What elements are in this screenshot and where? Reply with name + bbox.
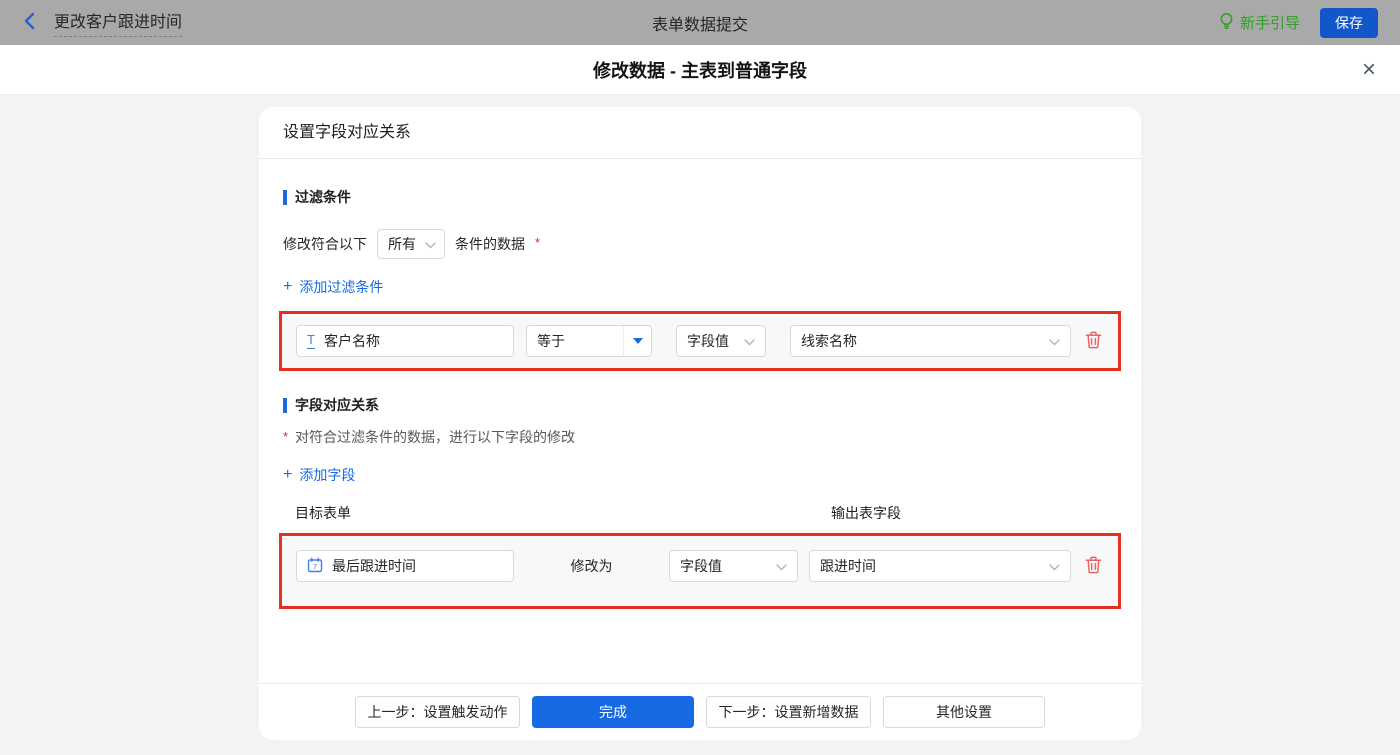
beginner-guide-link[interactable]: 新手引导 bbox=[1219, 12, 1300, 34]
filter-field-value: 客户名称 bbox=[324, 331, 380, 351]
match-prefix-text: 修改符合以下 bbox=[283, 234, 367, 254]
output-value-type-value: 字段值 bbox=[680, 556, 722, 576]
filter-condition-row: T 客户名称 等于 字段值 bbox=[282, 314, 1118, 368]
other-settings-button[interactable]: 其他设置 bbox=[883, 696, 1045, 728]
modify-to-label: 修改为 bbox=[514, 556, 669, 576]
mapping-note-text: 对符合过滤条件的数据，进行以下字段的修改 bbox=[295, 427, 575, 447]
back-button[interactable] bbox=[22, 12, 38, 33]
match-mode-select[interactable]: 所有 bbox=[377, 229, 445, 259]
delete-filter-row-button[interactable] bbox=[1085, 331, 1102, 352]
delete-mapping-row-button[interactable] bbox=[1085, 556, 1102, 577]
modal-body: 设置字段对应关系 过滤条件 修改符合以下 所有 条件的数据 bbox=[0, 95, 1400, 755]
add-field-link[interactable]: + 添加字段 bbox=[283, 465, 355, 485]
next-step-button[interactable]: 下一步：设置新增数据 bbox=[706, 696, 871, 728]
add-filter-condition-label: 添加过滤条件 bbox=[299, 277, 383, 297]
chevron-down-icon bbox=[425, 236, 436, 252]
target-field-input[interactable]: 7 最后跟进时间 bbox=[296, 550, 514, 582]
mapping-note: * 对符合过滤条件的数据，进行以下字段的修改 bbox=[283, 427, 1117, 447]
panel-content: 过滤条件 修改符合以下 所有 条件的数据 * + 添加过滤条件 bbox=[259, 159, 1141, 683]
chevron-down-icon bbox=[744, 333, 755, 349]
screen: 更改客户跟进时间 表单数据提交 新手引导 保存 修改数据 - 主表到普通字段 ×… bbox=[0, 0, 1400, 755]
mapping-section-title: 字段对应关系 bbox=[283, 395, 1117, 415]
output-field-select[interactable]: 跟进时间 bbox=[809, 550, 1071, 582]
value-type-select[interactable]: 字段值 bbox=[676, 325, 766, 357]
operator-value: 等于 bbox=[527, 331, 623, 351]
filter-section-title: 过滤条件 bbox=[283, 187, 1117, 207]
output-field-value: 跟进时间 bbox=[820, 556, 876, 576]
mapping-section-label: 字段对应关系 bbox=[295, 395, 379, 415]
save-button[interactable]: 保存 bbox=[1320, 8, 1378, 38]
chevron-down-icon bbox=[1049, 333, 1060, 349]
chevron-down-icon bbox=[776, 558, 787, 574]
section-bar bbox=[283, 398, 287, 413]
caret-down-icon bbox=[623, 326, 651, 356]
match-mode-value: 所有 bbox=[388, 234, 416, 254]
mapping-column-headers: 目标表单 输出表字段 bbox=[283, 503, 1117, 523]
text-field-icon: T bbox=[307, 333, 315, 349]
match-suffix-text: 条件的数据 bbox=[455, 234, 525, 254]
mapping-row: 7 最后跟进时间 修改为 字段值 跟进时间 bbox=[282, 536, 1118, 606]
modal-header: 修改数据 - 主表到普通字段 × bbox=[0, 45, 1400, 95]
flow-name-label[interactable]: 更改客户跟进时间 bbox=[54, 8, 182, 37]
mapping-row-highlight-box: 7 最后跟进时间 修改为 字段值 跟进时间 bbox=[279, 533, 1121, 609]
topbar: 更改客户跟进时间 表单数据提交 新手引导 保存 bbox=[0, 0, 1400, 45]
filter-section-label: 过滤条件 bbox=[295, 187, 351, 207]
compare-value-select[interactable]: 线索名称 bbox=[790, 325, 1071, 357]
required-asterisk: * bbox=[283, 429, 288, 444]
section-bar bbox=[283, 190, 287, 205]
beginner-guide-label: 新手引导 bbox=[1240, 12, 1300, 33]
chevron-down-icon bbox=[1049, 558, 1060, 574]
filter-row-highlight-box: T 客户名称 等于 字段值 bbox=[279, 311, 1121, 371]
compare-value: 线索名称 bbox=[801, 331, 857, 351]
panel-footer: 上一步：设置触发动作 完成 下一步：设置新增数据 其他设置 bbox=[259, 683, 1141, 740]
filter-field-input[interactable]: T 客户名称 bbox=[296, 325, 514, 357]
required-asterisk: * bbox=[535, 235, 540, 250]
topbar-title: 表单数据提交 bbox=[412, 11, 988, 35]
svg-text:7: 7 bbox=[313, 562, 317, 571]
value-type-value: 字段值 bbox=[687, 331, 729, 351]
done-button[interactable]: 完成 bbox=[532, 696, 694, 728]
close-icon[interactable]: × bbox=[1362, 58, 1376, 82]
match-condition-row: 修改符合以下 所有 条件的数据 * bbox=[283, 229, 1117, 259]
operator-select[interactable]: 等于 bbox=[526, 325, 652, 357]
bulb-icon bbox=[1219, 12, 1234, 34]
trash-icon bbox=[1085, 331, 1102, 352]
topbar-left: 更改客户跟进时间 bbox=[22, 8, 412, 37]
target-field-value: 最后跟进时间 bbox=[332, 556, 416, 576]
panel-header-title: 设置字段对应关系 bbox=[259, 107, 1141, 159]
add-filter-condition-link[interactable]: + 添加过滤条件 bbox=[283, 277, 383, 297]
back-chevron-icon bbox=[22, 12, 38, 33]
topbar-right: 新手引导 保存 bbox=[988, 8, 1378, 38]
prev-step-button[interactable]: 上一步：设置触发动作 bbox=[355, 696, 520, 728]
settings-panel: 设置字段对应关系 过滤条件 修改符合以下 所有 条件的数据 bbox=[259, 107, 1141, 740]
output-value-type-select[interactable]: 字段值 bbox=[669, 550, 798, 582]
calendar-icon: 7 bbox=[307, 557, 323, 576]
modal-title: 修改数据 - 主表到普通字段 bbox=[593, 57, 807, 83]
output-field-column-header: 输出表字段 bbox=[831, 503, 901, 523]
plus-icon: + bbox=[283, 279, 292, 295]
trash-icon bbox=[1085, 556, 1102, 577]
target-form-column-header: 目标表单 bbox=[295, 503, 831, 523]
add-field-label: 添加字段 bbox=[299, 465, 355, 485]
plus-icon: + bbox=[283, 467, 292, 483]
